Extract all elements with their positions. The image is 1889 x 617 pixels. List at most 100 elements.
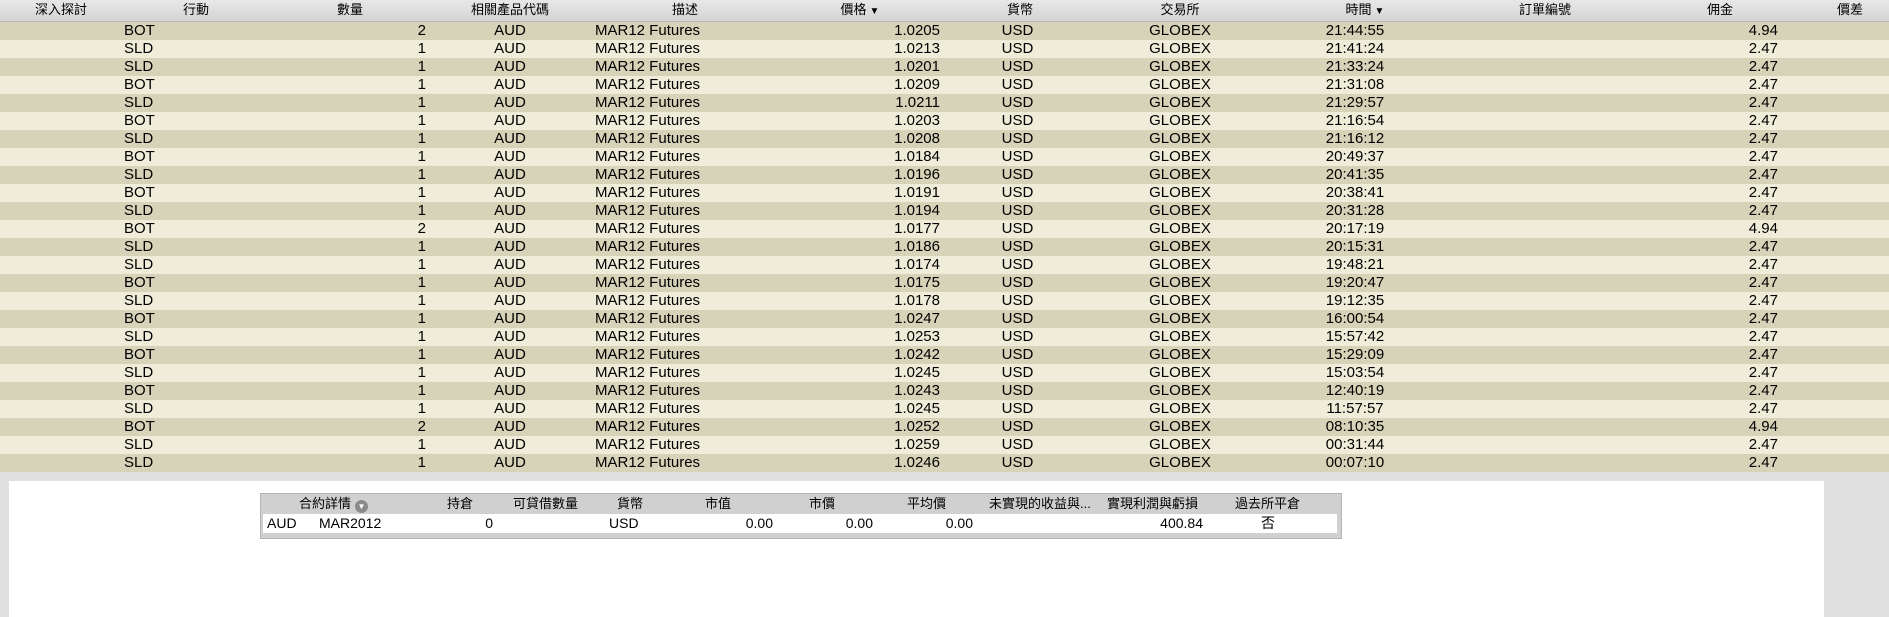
trade-row[interactable]: BOT 1 AUD MAR12 Futures 1.0184 USD GLOBEX 20:49… <box>0 148 1889 166</box>
trade-desc: MAR12 Futures <box>595 166 701 183</box>
trade-row[interactable]: SLD 1 AUD MAR12 Futures 1.0245 USD GLOBEX 15:03… <box>0 364 1889 382</box>
trade-symbol: AUD <box>494 328 526 345</box>
col-borrowable[interactable]: 可貸借數量 <box>513 494 578 513</box>
trades-header: 深入探討 行動 數量 相關產品代碼 描述 價格 ▼ 貨幣 交易所 時間 ▼ 訂單編號… <box>0 0 1889 22</box>
trade-row[interactable]: SLD 1 AUD MAR12 Futures 1.0246 USD GLOBEX 00:07… <box>0 454 1889 472</box>
contract-past-close: 否 <box>1261 515 1275 531</box>
trade-row[interactable]: BOT 1 AUD MAR12 Futures 1.0203 USD GLOBEX 21:16… <box>0 112 1889 130</box>
col-avg-price[interactable]: 平均價 <box>907 494 946 513</box>
col-contract-currency[interactable]: 貨幣 <box>617 494 643 513</box>
col-market-price[interactable]: 市價 <box>809 494 835 513</box>
trade-row[interactable]: BOT 2 AUD MAR12 Futures 1.0177 USD GLOBEX 20:17… <box>0 220 1889 238</box>
trade-row[interactable]: SLD 1 AUD MAR12 Futures 1.0194 USD GLOBEX 20:31… <box>0 202 1889 220</box>
trade-symbol: AUD <box>494 130 526 147</box>
trade-qty: 1 <box>417 310 426 327</box>
trade-price: 1.0203 <box>894 112 940 129</box>
trade-row[interactable]: SLD 1 AUD MAR12 Futures 1.0196 USD GLOBEX 20:41… <box>0 166 1889 184</box>
trade-price: 1.0174 <box>894 256 940 273</box>
trades-body: BOT 2 AUD MAR12 Futures 1.0205 USD GLOBEX 21:44… <box>0 22 1889 472</box>
trade-row[interactable]: SLD 1 AUD MAR12 Futures 1.0259 USD GLOBEX 00:31… <box>0 436 1889 454</box>
col-qty[interactable]: 數量 <box>310 0 390 21</box>
trade-currency: USD <box>1001 130 1034 147</box>
trade-currency: USD <box>1001 274 1034 291</box>
trade-action: BOT <box>124 148 155 165</box>
trade-time: 19:48:21 <box>1325 256 1385 273</box>
trade-row[interactable]: BOT 1 AUD MAR12 Futures 1.0175 USD GLOBEX 19:20… <box>0 274 1889 292</box>
trade-action: SLD <box>124 202 154 219</box>
trade-row[interactable]: BOT 2 AUD MAR12 Futures 1.0252 USD GLOBEX 08:10… <box>0 418 1889 436</box>
col-deep[interactable]: 深入探討 <box>20 0 102 21</box>
trade-row[interactable]: SLD 1 AUD MAR12 Futures 1.0208 USD GLOBEX 21:16… <box>0 130 1889 148</box>
trade-price: 1.0253 <box>894 328 940 345</box>
trade-commission: 2.47 <box>1748 112 1778 129</box>
trade-row[interactable]: SLD 1 AUD MAR12 Futures 1.0174 USD GLOBEX 19:48… <box>0 256 1889 274</box>
trade-action: SLD <box>124 58 154 75</box>
col-position[interactable]: 持倉 <box>447 494 473 513</box>
trade-desc: MAR12 Futures <box>595 328 701 345</box>
trade-time: 15:57:42 <box>1325 328 1385 345</box>
trade-time: 21:31:08 <box>1325 76 1385 93</box>
col-unrealized[interactable]: 未實現的收益與... <box>989 494 1091 513</box>
trade-action: SLD <box>124 400 154 417</box>
contract-row[interactable]: AUD MAR2012 0 USD 0.00 0.00 0.00 400.84 … <box>263 514 1337 533</box>
trade-time: 20:31:28 <box>1325 202 1385 219</box>
trade-row[interactable]: BOT 1 AUD MAR12 Futures 1.0247 USD GLOBEX 16:00… <box>0 310 1889 328</box>
trade-row[interactable]: SLD 1 AUD MAR12 Futures 1.0211 USD GLOBEX 21:29… <box>0 94 1889 112</box>
trade-time: 20:17:19 <box>1325 220 1385 237</box>
trade-symbol: AUD <box>494 94 526 111</box>
trade-price: 1.0246 <box>894 454 940 471</box>
trade-commission: 2.47 <box>1748 40 1778 57</box>
trade-commission: 2.47 <box>1748 130 1778 147</box>
trade-action: BOT <box>124 112 155 129</box>
trade-row[interactable]: BOT 1 AUD MAR12 Futures 1.0242 USD GLOBEX 15:29… <box>0 346 1889 364</box>
trade-currency: USD <box>1001 454 1034 471</box>
trade-commission: 2.47 <box>1748 256 1778 273</box>
trade-currency: USD <box>1001 238 1034 255</box>
col-contract-details[interactable]: 合約詳情 ▼ <box>299 494 369 513</box>
trade-symbol: AUD <box>494 400 526 417</box>
trade-desc: MAR12 Futures <box>595 148 701 165</box>
trade-row[interactable]: BOT 1 AUD MAR12 Futures 1.0243 USD GLOBEX 12:40… <box>0 382 1889 400</box>
trade-desc: MAR12 Futures <box>595 346 701 363</box>
trade-currency: USD <box>1001 76 1034 93</box>
trade-qty: 2 <box>417 418 426 435</box>
col-realized[interactable]: 實現利潤與虧損 <box>1107 494 1198 513</box>
trade-currency: USD <box>1001 220 1034 237</box>
trade-row[interactable]: BOT 1 AUD MAR12 Futures 1.0191 USD GLOBEX 20:38… <box>0 184 1889 202</box>
col-past-close[interactable]: 過去所平倉 <box>1235 494 1300 513</box>
col-symbol[interactable]: 相關產品代碼 <box>455 0 565 21</box>
col-desc[interactable]: 描述 <box>640 0 730 21</box>
col-commission[interactable]: 佣金 <box>1680 0 1760 21</box>
col-market-value[interactable]: 市值 <box>705 494 731 513</box>
filter-dropdown-icon[interactable]: ▼ <box>355 500 369 513</box>
col-spread[interactable]: 價差 <box>1820 0 1880 21</box>
trade-row[interactable]: SLD 1 AUD MAR12 Futures 1.0253 USD GLOBEX 15:57… <box>0 328 1889 346</box>
col-exchange[interactable]: 交易所 <box>1135 0 1225 21</box>
trade-qty: 2 <box>417 220 426 237</box>
col-currency[interactable]: 貨幣 <box>985 0 1055 21</box>
trade-price: 1.0194 <box>894 202 940 219</box>
trade-symbol: AUD <box>494 454 526 471</box>
col-action[interactable]: 行動 <box>160 0 232 21</box>
contract-avg-price: 0.00 <box>945 515 973 531</box>
col-position-label: 持倉 <box>447 496 474 511</box>
col-price[interactable]: 價格 ▼ <box>810 0 910 21</box>
trade-time: 11:57:57 <box>1326 400 1384 417</box>
trade-row[interactable]: SLD 1 AUD MAR12 Futures 1.0178 USD GLOBEX 19:12… <box>0 292 1889 310</box>
trade-row[interactable]: BOT 2 AUD MAR12 Futures 1.0205 USD GLOBEX 21:44… <box>0 22 1889 40</box>
col-desc-label: 描述 <box>671 2 698 17</box>
trade-row[interactable]: SLD 1 AUD MAR12 Futures 1.0245 USD GLOBEX 11:57… <box>0 400 1889 418</box>
trade-exchange: GLOBEX <box>1149 400 1211 417</box>
trade-exchange: GLOBEX <box>1149 256 1211 273</box>
trade-row[interactable]: SLD 1 AUD MAR12 Futures 1.0186 USD GLOBEX 20:15… <box>0 238 1889 256</box>
trade-desc: MAR12 Futures <box>595 436 701 453</box>
trade-qty: 1 <box>417 130 426 147</box>
trade-row[interactable]: BOT 1 AUD MAR12 Futures 1.0209 USD GLOBEX 21:31… <box>0 76 1889 94</box>
col-time[interactable]: 時間 ▼ <box>1315 0 1415 21</box>
trade-symbol: AUD <box>494 274 526 291</box>
trade-row[interactable]: SLD 1 AUD MAR12 Futures 1.0213 USD GLOBEX 21:41… <box>0 40 1889 58</box>
trade-exchange: GLOBEX <box>1149 436 1211 453</box>
col-order-id[interactable]: 訂單編號 <box>1500 0 1590 21</box>
trade-row[interactable]: SLD 1 AUD MAR12 Futures 1.0201 USD GLOBEX 21:33… <box>0 58 1889 76</box>
trade-price: 1.0243 <box>894 382 940 399</box>
